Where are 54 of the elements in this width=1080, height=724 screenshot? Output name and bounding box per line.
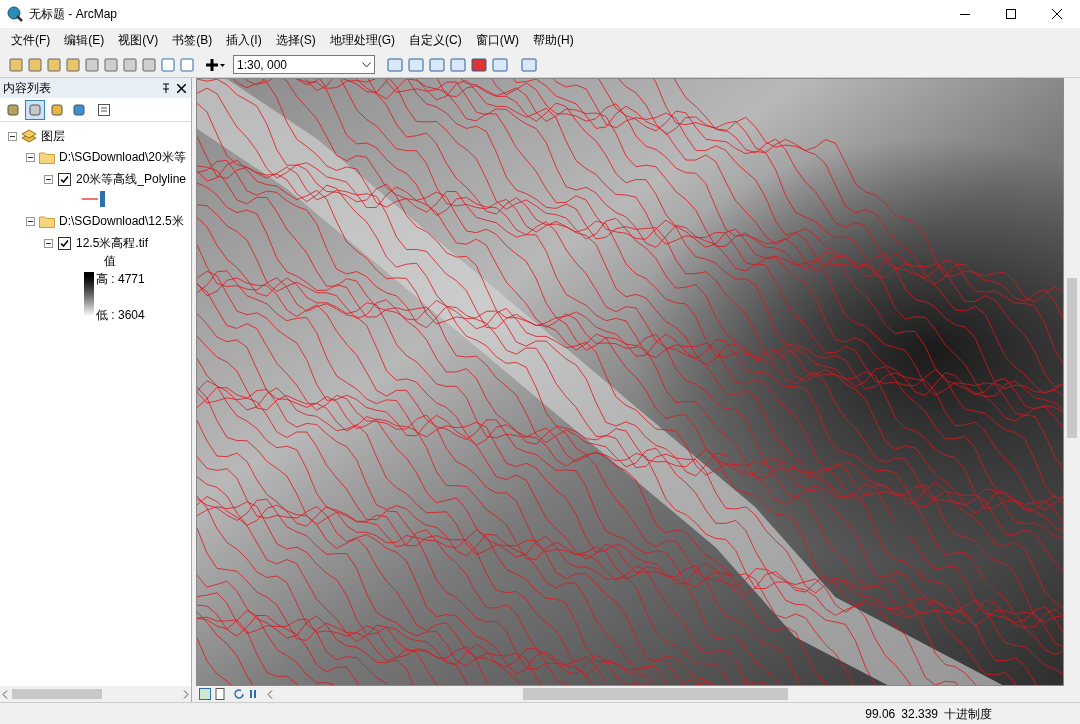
scroll-left-icon[interactable] <box>267 689 273 699</box>
menu-item[interactable]: 地理处理(G) <box>322 29 402 51</box>
menu-item[interactable]: 窗口(W) <box>468 29 526 51</box>
menu-item[interactable]: 自定义(C) <box>402 29 469 51</box>
collapse-icon[interactable] <box>26 152 35 162</box>
menu-item[interactable]: 文件(F) <box>4 29 58 51</box>
legend-high: 高 : 4771 <box>96 271 145 288</box>
legend-title: 值 <box>104 253 117 270</box>
globe-app-icon <box>7 6 23 22</box>
layer-checkbox[interactable] <box>58 236 71 250</box>
scale-dropdown[interactable]: 1:30, 000 <box>233 55 375 74</box>
status-text: 32.339 <box>901 705 938 723</box>
options-icon[interactable] <box>97 102 111 117</box>
layout-view-icon[interactable] <box>214 688 226 700</box>
tree-label[interactable]: D:\SGDownload\12.5米 <box>59 212 184 230</box>
refresh-icon[interactable] <box>233 688 245 700</box>
horizontal-scrollbar[interactable] <box>0 686 191 702</box>
elevation-ramp <box>84 272 94 316</box>
menu-item[interactable]: 视图(V) <box>111 29 166 51</box>
tree-label[interactable]: 图层 <box>41 127 65 145</box>
status-text: 99.06 <box>865 705 896 723</box>
minimize-icon <box>960 13 970 15</box>
add-data-icon[interactable] <box>204 56 226 73</box>
collapse-icon[interactable] <box>44 174 53 184</box>
pin-icon[interactable] <box>161 83 171 93</box>
menu-item[interactable]: 插入(I) <box>219 29 269 51</box>
status-text: 十进制度 <box>944 705 992 723</box>
line-symbol-icon <box>82 190 108 208</box>
panel-title: 内容列表 <box>3 80 51 97</box>
folder-icon <box>39 150 55 164</box>
toc-view-button[interactable] <box>25 99 45 120</box>
pause-icon[interactable] <box>248 689 258 699</box>
folder-icon <box>39 214 55 228</box>
layer-label[interactable]: 12.5米高程.tif <box>76 234 149 252</box>
collapse-icon[interactable] <box>8 131 17 141</box>
collapse-icon[interactable] <box>44 238 53 248</box>
layer-label[interactable]: 20米等高线_Polyline <box>76 170 187 188</box>
data-view-icon[interactable] <box>199 688 211 700</box>
layer-checkbox[interactable] <box>58 172 71 186</box>
collapse-icon[interactable] <box>26 216 35 226</box>
scroll-left-icon[interactable] <box>2 689 8 699</box>
legend-low: 低 : 3604 <box>96 307 145 324</box>
maximize-icon <box>1006 9 1016 19</box>
menu-item[interactable]: 书签(B) <box>165 29 220 51</box>
close-icon <box>1052 9 1062 19</box>
menu-item[interactable]: 帮助(H) <box>526 29 581 51</box>
scroll-right-icon[interactable] <box>183 689 189 699</box>
menu-item[interactable]: 选择(S) <box>268 29 323 51</box>
layers-icon <box>21 129 37 143</box>
close-icon[interactable] <box>177 83 186 93</box>
chevron-down-icon <box>362 61 371 68</box>
menu-item[interactable]: 编辑(E) <box>57 29 112 51</box>
tree-label[interactable]: D:\SGDownload\20米等 <box>59 148 186 166</box>
window-title: 无标题 - ArcMap <box>29 6 117 23</box>
